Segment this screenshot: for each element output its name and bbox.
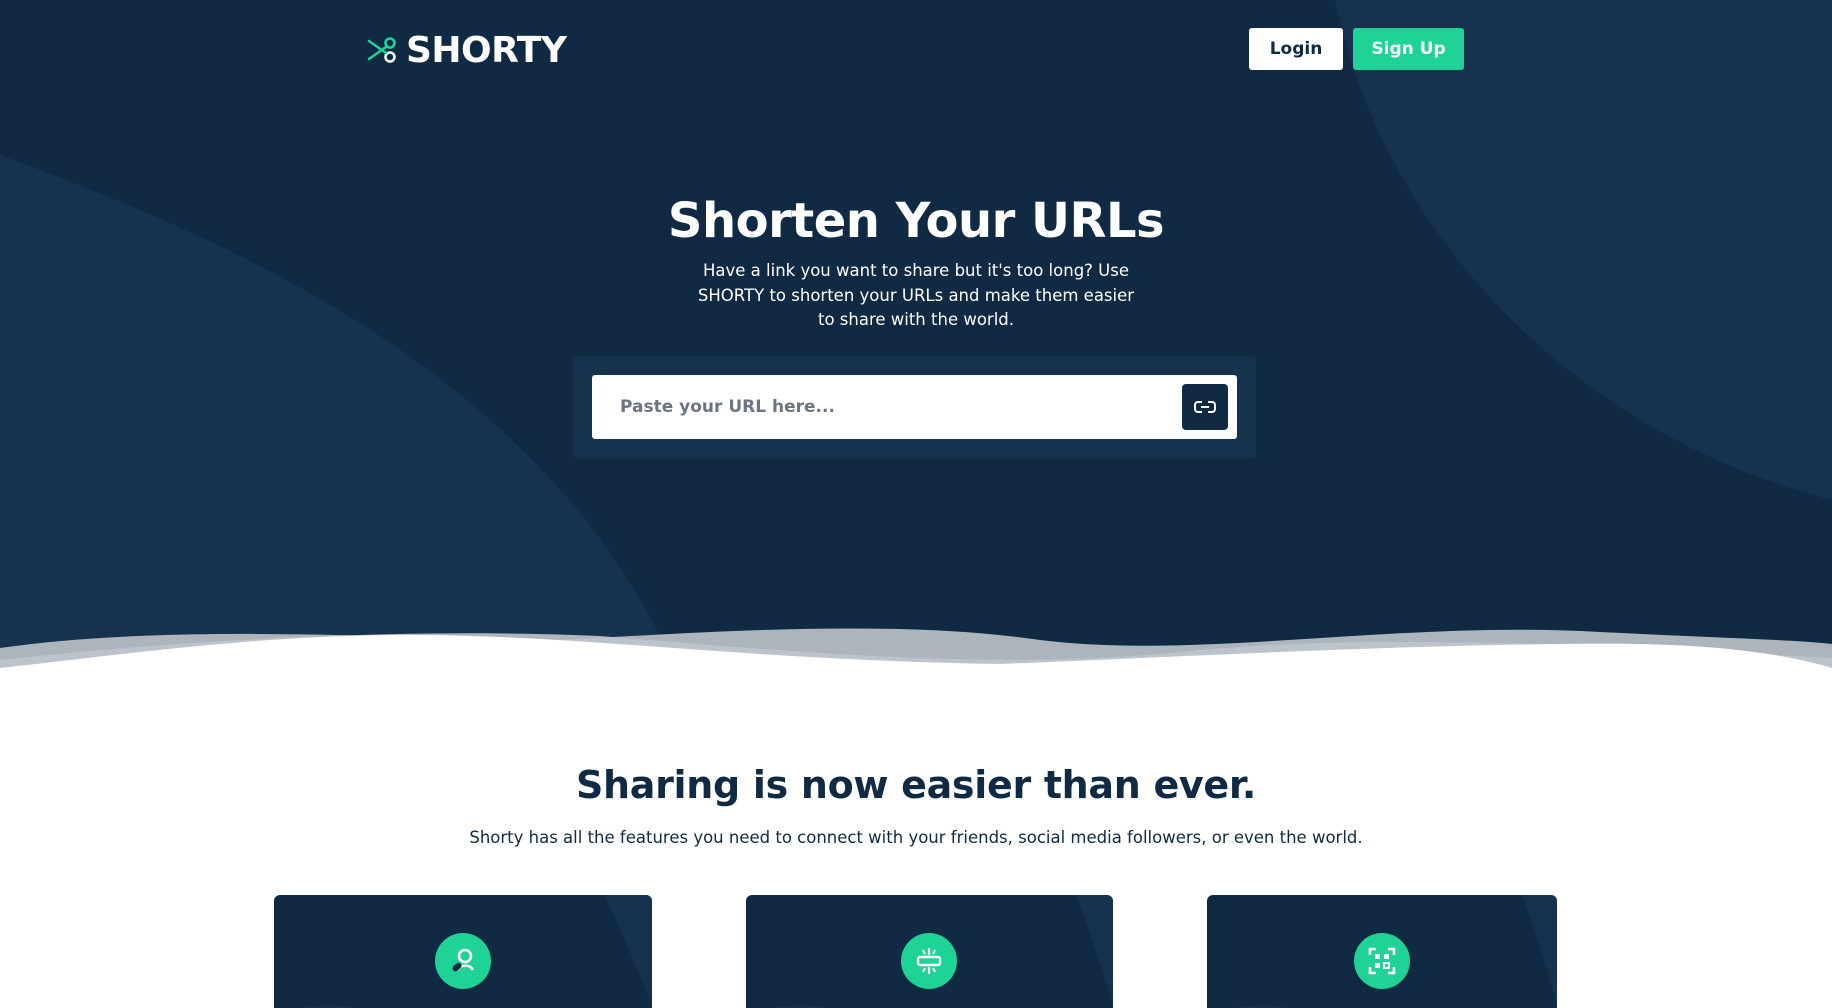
feature-card: [274, 895, 652, 1008]
hero-section: SHORTY Login Sign Up Shorten Your URLs H…: [0, 0, 1832, 680]
hero-description: Have a link you want to share but it's t…: [697, 261, 1135, 329]
hero-background-shapes: [0, 0, 1832, 680]
login-button[interactable]: Login: [1249, 28, 1343, 70]
brand-name: SHORTY: [406, 29, 567, 71]
signup-button[interactable]: Sign Up: [1353, 28, 1464, 70]
features-description: Shorty has all the features you need to …: [469, 828, 1363, 847]
compress-icon: [916, 948, 942, 974]
hero-title: Shorten Your URLs: [667, 193, 1165, 249]
qr-code-icon-badge: [1354, 933, 1410, 989]
user-link-icon-badge: [435, 933, 491, 989]
url-input[interactable]: [592, 375, 1182, 439]
brand-logo[interactable]: SHORTY: [366, 28, 567, 72]
link-icon: [1194, 401, 1216, 413]
shorten-button[interactable]: [1182, 384, 1228, 430]
hero-wave-divider: [0, 628, 1832, 690]
url-field-container: [592, 375, 1237, 439]
user-link-icon: [452, 948, 475, 972]
scissors-icon: [367, 37, 396, 63]
compress-icon-badge: [901, 933, 957, 989]
feature-card: [1207, 895, 1557, 1008]
qr-code-icon: [1368, 947, 1396, 975]
top-navbar: SHORTY Login Sign Up: [0, 0, 1832, 100]
features-title: Sharing is now easier than ever.: [575, 763, 1257, 807]
feature-card: [746, 895, 1113, 1008]
url-shortener-form: [573, 356, 1256, 458]
